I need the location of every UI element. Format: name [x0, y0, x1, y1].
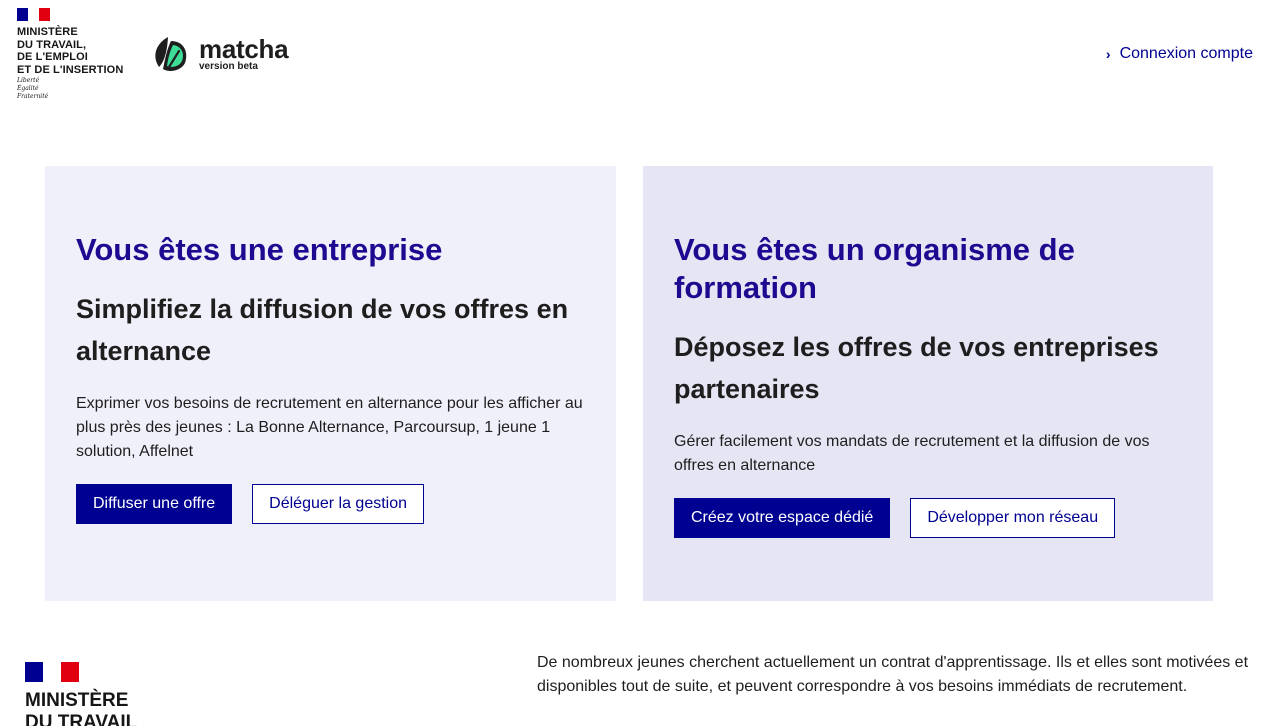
card-subtitle: Déposez les offres de vos entreprises pa…	[674, 332, 1159, 404]
chevron-right-icon: ›	[1105, 46, 1111, 62]
footer-ministry-name: MINISTÈRE DU TRAVAIL	[25, 690, 138, 726]
french-flag-icon	[17, 8, 50, 21]
delegate-management-button[interactable]: Déléguer la gestion	[252, 484, 425, 524]
card-title: Vous êtes une entreprise	[76, 232, 443, 267]
footer-government-logo: MINISTÈRE DU TRAVAIL	[25, 662, 137, 726]
government-logo[interactable]: MINISTÈRE DU TRAVAIL, DE L'EMPLOI ET DE …	[17, 8, 147, 100]
training-organization-card: Vous êtes un organisme de formation Dépo…	[643, 166, 1213, 601]
create-space-button[interactable]: Créez votre espace dédié	[674, 498, 891, 538]
card-text: Gérer facilement vos mandats de recrutem…	[674, 433, 1150, 474]
leaf-logo-icon	[155, 37, 187, 71]
republic-motto: Liberté Égalité Fraternité	[17, 77, 49, 100]
card-title: Vous êtes un organisme de formation	[674, 232, 1075, 305]
login-link[interactable]: › Connexion compte	[1106, 45, 1253, 63]
french-flag-icon	[25, 662, 79, 682]
card-actions: Diffuser une offre Déléguer la gestion	[76, 484, 585, 524]
post-offer-button[interactable]: Diffuser une offre	[76, 484, 233, 524]
site-header: MINISTÈRE DU TRAVAIL, DE L'EMPLOI ET DE …	[0, 0, 1270, 110]
card-subtitle: Simplifiez la diffusion de vos offres en…	[76, 294, 569, 366]
brand-name: matcha	[199, 33, 289, 64]
company-card: Vous êtes une entreprise Simplifiez la d…	[45, 166, 616, 601]
develop-network-button[interactable]: Développer mon réseau	[910, 498, 1116, 538]
login-label: Connexion compte	[1119, 45, 1253, 62]
card-text: Exprimer vos besoins de recrutement en a…	[76, 395, 583, 460]
matcha-brand[interactable]: matcha version beta	[149, 33, 289, 75]
intro-paragraph: De nombreux jeunes cherchent actuellemen…	[537, 654, 1249, 695]
card-actions: Créez votre espace dédié Développer mon …	[674, 498, 1182, 538]
ministry-name: MINISTÈRE DU TRAVAIL, DE L'EMPLOI ET DE …	[17, 26, 124, 76]
